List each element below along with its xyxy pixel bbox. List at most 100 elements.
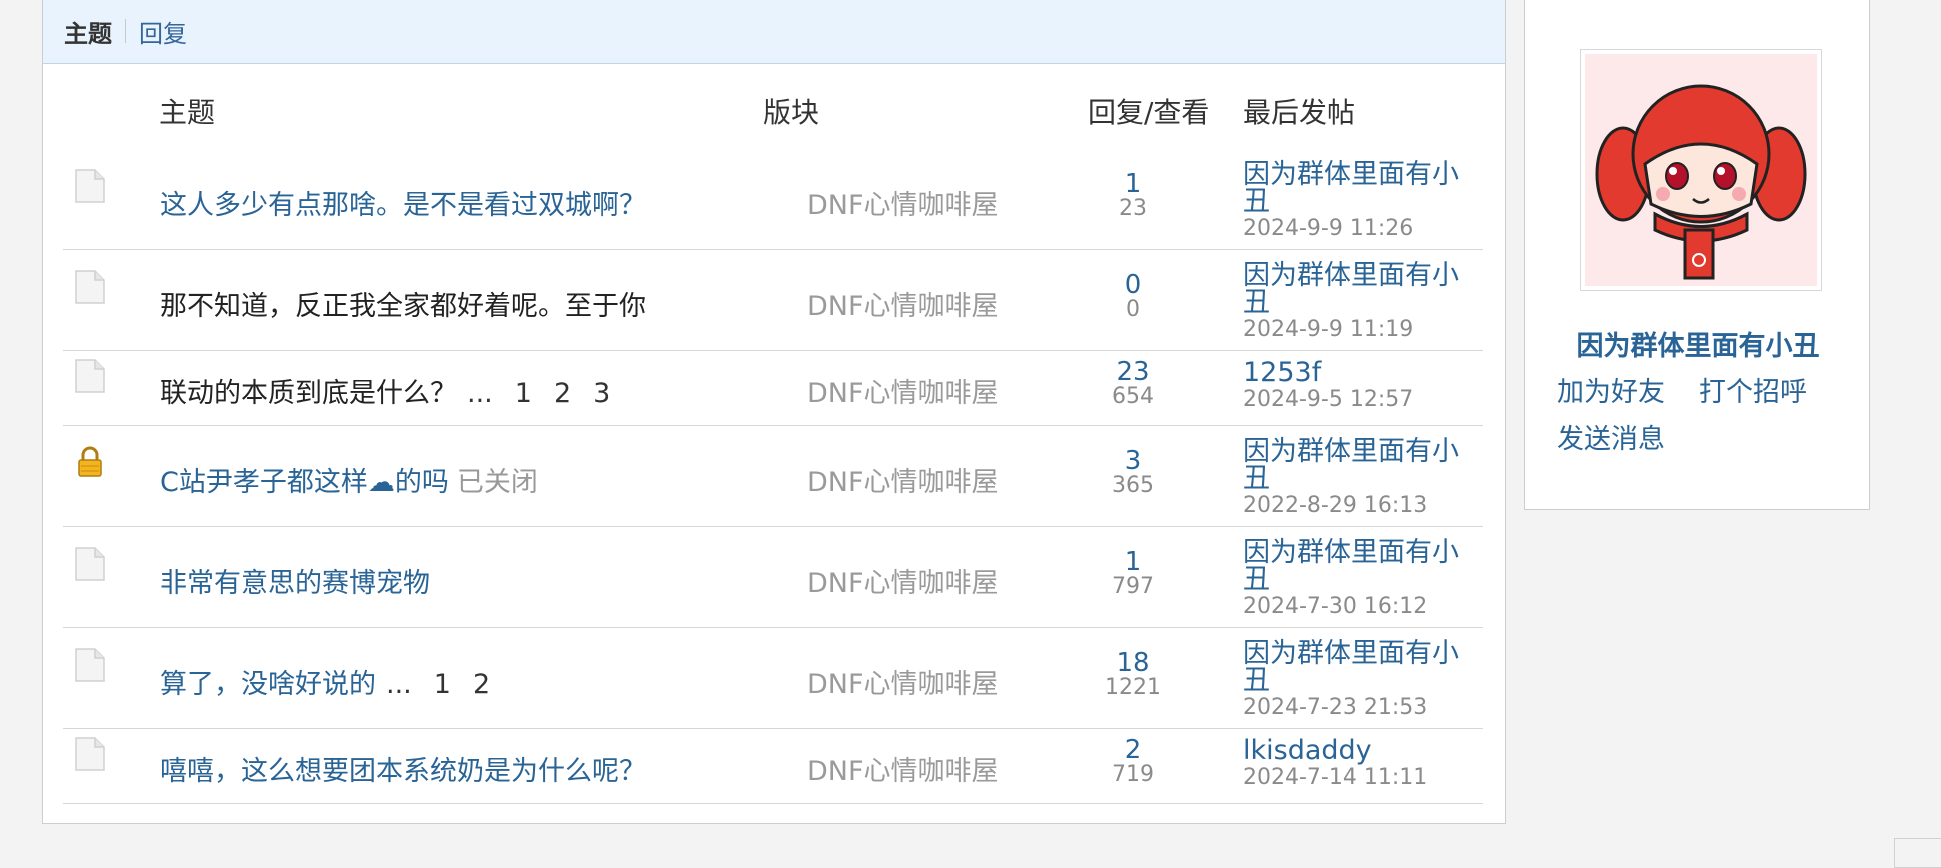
table-row: 联动的本质到底是什么？... 1 2 3 DNF心情咖啡屋 23 654 1253f 2024-… xyxy=(63,351,1483,426)
reply-count[interactable]: 23 xyxy=(1073,359,1193,385)
view-count: 654 xyxy=(1112,384,1154,409)
forum-link[interactable]: DNF心情咖啡屋 xyxy=(807,284,999,323)
table-row: 非常有意思的赛博宠物 DNF心情咖啡屋 1 797 因为群体里面有小丑 2024-7-30… xyxy=(63,527,1483,628)
last-post-cell: lkisdaddy 2024-7-14 11:11 xyxy=(1243,737,1473,792)
replies-views-cell: 00 xyxy=(1073,272,1193,322)
table-row: 这人多少有点那啥。是不是看过双城啊？ DNF心情咖啡屋 1 23 因为群体里面有小丑 20… xyxy=(63,149,1483,250)
view-count: 23 xyxy=(1119,196,1147,221)
reply-count[interactable]: 18 xyxy=(1073,650,1193,676)
last-post-date[interactable]: 2024-9-5 12:57 xyxy=(1243,386,1473,414)
topic-cell: 嘻嘻，这么想要团本系统奶是为什么呢？ xyxy=(160,749,646,788)
topic-title-link[interactable]: 非常有意思的赛博宠物 xyxy=(160,568,430,599)
forum-link[interactable]: DNF心情咖啡屋 xyxy=(807,371,999,410)
topic-list-panel: 主题 回复 主题 版块 回复/查看 最后发帖 这人多少有点那啥。是不是看过双城啊… xyxy=(42,0,1506,824)
profile-panel: 因为群体里面有小丑 加为好友 打个招呼 发送消息 xyxy=(1524,0,1870,510)
view-count: 719 xyxy=(1112,762,1154,787)
topic-cell: C站尹孝子都这样☁的吗 已关闭 xyxy=(160,460,538,499)
forum-link[interactable]: DNF心情咖啡屋 xyxy=(807,183,999,222)
last-post-date[interactable]: 2024-7-30 16:12 xyxy=(1243,593,1473,621)
last-post-author-link[interactable]: 因为群体里面有小丑 xyxy=(1243,438,1473,492)
tab-topics[interactable]: 主题 xyxy=(64,14,112,49)
forum-link[interactable]: DNF心情咖啡屋 xyxy=(807,662,999,701)
greet-link[interactable]: 打个招呼 xyxy=(1699,377,1807,408)
last-post-author-link[interactable]: 因为群体里面有小丑 xyxy=(1243,262,1473,316)
topic-title-link[interactable]: 这人多少有点那啥。是不是看过双城啊？ xyxy=(160,190,646,221)
tab-replies[interactable]: 回复 xyxy=(139,14,187,49)
topic-pagination: ... 1 2 xyxy=(386,669,512,700)
view-count: 0 xyxy=(1126,297,1140,322)
page-link[interactable]: 1 xyxy=(434,669,451,700)
folder-icon xyxy=(75,270,105,304)
forum-link[interactable]: DNF心情咖啡屋 xyxy=(807,561,999,600)
replies-views-cell: 18 1221 xyxy=(1073,650,1193,700)
avatar-image xyxy=(1585,54,1817,286)
last-post-date[interactable]: 2024-7-14 11:11 xyxy=(1243,764,1473,792)
topic-title-link[interactable]: 算了，没啥好说的 xyxy=(160,669,376,700)
profile-actions: 加为好友 打个招呼 发送消息 xyxy=(1557,369,1857,463)
last-post-cell: 1253f 2024-9-5 12:57 xyxy=(1243,359,1473,414)
reply-count[interactable]: 0 xyxy=(1073,272,1193,298)
table-row: 算了，没啥好说的... 1 2 DNF心情咖啡屋 18 1221 因为群体里面有小丑 2024… xyxy=(63,628,1483,729)
last-post-cell: 因为群体里面有小丑 2022-8-29 16:13 xyxy=(1243,438,1473,520)
tab-divider xyxy=(125,19,126,43)
forum-link[interactable]: DNF心情咖啡屋 xyxy=(807,749,999,788)
avatar-illustration xyxy=(1595,84,1807,280)
replies-views-cell: 3 365 xyxy=(1073,448,1193,498)
pagination-ellipsis: ... xyxy=(386,669,412,700)
topic-title-link[interactable]: 那不知道，反正我全家都好着呢。至于你 xyxy=(160,291,646,322)
topic-cell: 那不知道，反正我全家都好着呢。至于你 xyxy=(160,284,646,323)
last-post-date[interactable]: 2024-7-23 21:53 xyxy=(1243,694,1473,722)
closed-label: 已关闭 xyxy=(456,467,538,498)
lock-icon xyxy=(77,446,103,478)
reply-count[interactable]: 1 xyxy=(1073,171,1193,197)
replies-views-cell: 23 654 xyxy=(1073,359,1193,409)
page-link[interactable]: 1 xyxy=(515,378,532,409)
tab-bar: 主题 回复 xyxy=(43,0,1505,64)
send-message-link[interactable]: 发送消息 xyxy=(1557,424,1665,455)
table-header: 主题 版块 回复/查看 最后发帖 xyxy=(43,91,1505,135)
column-replies-views: 回复/查看 xyxy=(1088,96,1210,129)
reply-count[interactable]: 2 xyxy=(1073,737,1193,763)
last-post-date[interactable]: 2022-8-29 16:13 xyxy=(1243,492,1473,520)
folder-icon xyxy=(75,648,105,682)
last-post-author-link[interactable]: 1253f xyxy=(1243,359,1473,386)
reply-count[interactable]: 3 xyxy=(1073,448,1193,474)
table-row: C站尹孝子都这样☁的吗 已关闭 DNF心情咖啡屋 3 365 因为群体里面有小丑 2022-… xyxy=(63,426,1483,527)
topic-title-link[interactable]: C站尹孝子都这样☁的吗 xyxy=(160,467,449,498)
table-row: 那不知道，反正我全家都好着呢。至于你 DNF心情咖啡屋 0 0 因为群体里面有小丑 202… xyxy=(63,250,1483,351)
add-friend-link[interactable]: 加为好友 xyxy=(1557,377,1665,408)
page-link[interactable]: 3 xyxy=(593,378,610,409)
pagination-ellipsis: ... xyxy=(467,378,493,409)
topic-title-link[interactable]: 嘻嘻，这么想要团本系统奶是为什么呢？ xyxy=(160,756,646,787)
last-post-author-link[interactable]: 因为群体里面有小丑 xyxy=(1243,161,1473,215)
column-topic: 主题 xyxy=(159,96,216,129)
avatar[interactable] xyxy=(1580,49,1822,291)
last-post-author-link[interactable]: 因为群体里面有小丑 xyxy=(1243,640,1473,694)
last-post-cell: 因为群体里面有小丑 2024-9-9 11:19 xyxy=(1243,262,1473,344)
view-count: 1221 xyxy=(1105,675,1161,700)
forum-link[interactable]: DNF心情咖啡屋 xyxy=(807,460,999,499)
topic-cell: 这人多少有点那啥。是不是看过双城啊？ xyxy=(160,183,646,222)
topic-cell: 算了，没啥好说的... 1 2 xyxy=(160,662,512,701)
back-to-top-button[interactable] xyxy=(1894,838,1941,868)
last-post-cell: 因为群体里面有小丑 2024-7-30 16:12 xyxy=(1243,539,1473,621)
reply-count[interactable]: 1 xyxy=(1073,549,1193,575)
topic-title-link[interactable]: 联动的本质到底是什么？ xyxy=(160,378,457,409)
last-post-author-link[interactable]: lkisdaddy xyxy=(1243,737,1473,764)
page-link[interactable]: 2 xyxy=(473,669,490,700)
view-count: 365 xyxy=(1112,473,1154,498)
replies-views-cell: 1 797 xyxy=(1073,549,1193,599)
last-post-date[interactable]: 2024-9-9 11:26 xyxy=(1243,215,1473,243)
replies-views-cell: 2 719 xyxy=(1073,737,1193,787)
folder-icon xyxy=(75,169,105,203)
folder-icon xyxy=(75,547,105,581)
profile-username[interactable]: 因为群体里面有小丑 xyxy=(1525,324,1871,363)
page-link[interactable]: 2 xyxy=(554,378,571,409)
last-post-date[interactable]: 2024-9-9 11:19 xyxy=(1243,316,1473,344)
topic-pagination: ... 1 2 3 xyxy=(467,378,632,409)
column-last-post: 最后发帖 xyxy=(1243,96,1356,129)
column-forum: 版块 xyxy=(763,96,820,129)
topic-cell: 联动的本质到底是什么？... 1 2 3 xyxy=(160,371,632,410)
replies-views-cell: 1 23 xyxy=(1073,171,1193,221)
last-post-author-link[interactable]: 因为群体里面有小丑 xyxy=(1243,539,1473,593)
